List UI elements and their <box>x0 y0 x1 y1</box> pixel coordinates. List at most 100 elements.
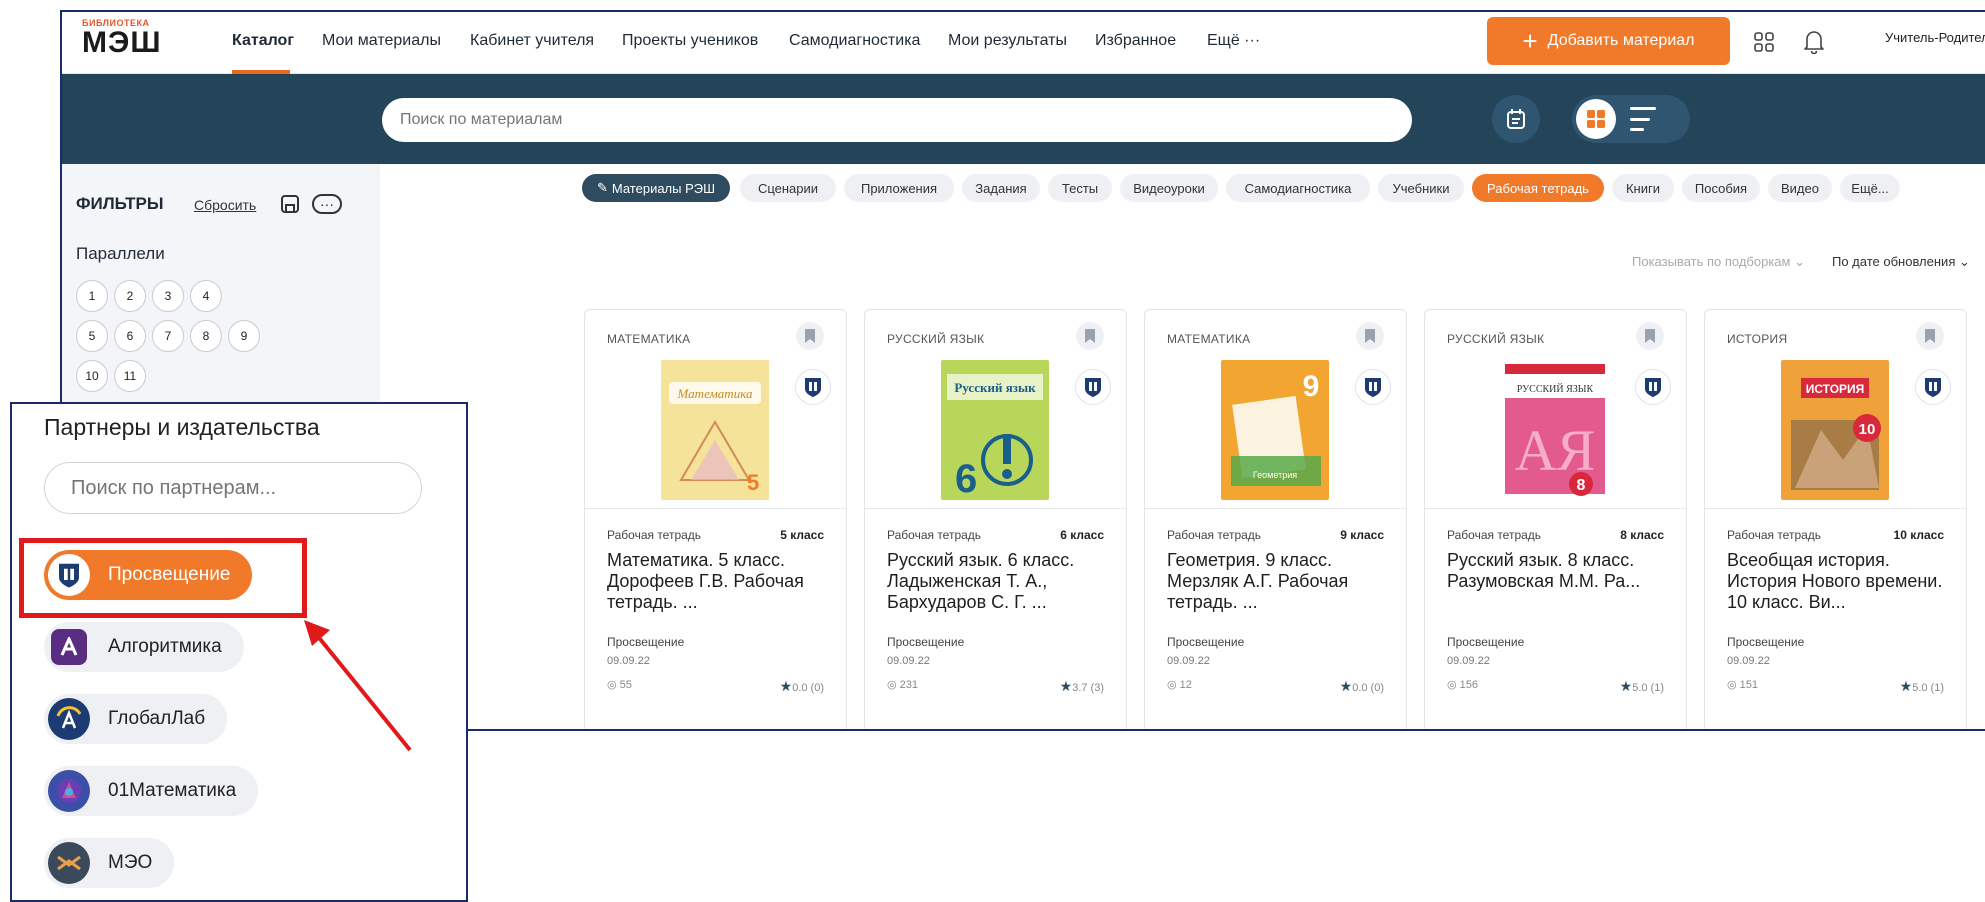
grade-chip[interactable]: 1 <box>76 280 108 312</box>
card-grade: 6 класс <box>1060 528 1104 542</box>
partner-01matematika[interactable]: 01Математика <box>44 766 259 816</box>
algoritmika-logo-icon <box>51 629 87 665</box>
material-card[interactable]: РУССКИЙ ЯЗЫК РУССКИЙ ЯЗЫК АЯ 8 Рабочая т… <box>1424 309 1687 729</box>
chip-video[interactable]: Видео <box>1768 174 1832 202</box>
card-views: ◎ 55 <box>607 679 632 691</box>
chip-books[interactable]: Книги <box>1612 174 1674 202</box>
card-title[interactable]: Математика. 5 класс. Дорофеев Г.В. Рабоч… <box>607 550 832 613</box>
grade-chip[interactable]: 3 <box>152 280 184 312</box>
cover-grade: 6 <box>955 457 977 500</box>
material-card[interactable]: МАТЕМАТИКА 9 Геометрия Рабочая тетрадь 9… <box>1144 309 1407 729</box>
more-options-icon[interactable]: ··· <box>312 194 342 214</box>
views-icon: ◎ <box>1447 679 1457 691</box>
card-title[interactable]: Русский язык. 6 класс. Ладыженская Т. А.… <box>887 550 1112 613</box>
nav-student-projects[interactable]: Проекты учеников <box>622 32 758 50</box>
chip-resh-materials[interactable]: ✎ Материалы РЭШ <box>582 174 730 202</box>
grade-chip[interactable]: 8 <box>190 320 222 352</box>
card-title[interactable]: Всеобщая история. История Нового времени… <box>1727 550 1952 613</box>
grade-chip[interactable]: 7 <box>152 320 184 352</box>
star-icon: ★ <box>1619 678 1633 694</box>
card-date: 09.09.22 <box>1447 655 1490 667</box>
chip-workbook[interactable]: Рабочая тетрадь <box>1472 174 1604 202</box>
card-subject: МАТЕМАТИКА <box>607 332 691 346</box>
nav-my-results[interactable]: Мои результаты <box>948 32 1067 50</box>
card-views: ◎ 156 <box>1447 679 1479 691</box>
card-publisher: Просвещение <box>1167 635 1245 649</box>
card-date: 09.09.22 <box>887 655 930 667</box>
bell-icon[interactable] <box>1802 28 1826 54</box>
book-cover: РУССКИЙ ЯЗЫК АЯ 8 <box>1501 360 1609 500</box>
mesh-logo[interactable]: БИБЛИОТЕКА МЭШ <box>82 18 192 66</box>
chip-apps[interactable]: Приложения <box>844 174 954 202</box>
01matematika-logo-icon <box>48 770 90 812</box>
book-cover: ИСТОРИЯ 10 <box>1781 360 1889 500</box>
chip-self-diagnostics[interactable]: Самодиагностика <box>1226 174 1370 202</box>
filters-title: ФИЛЬТРЫ <box>76 194 164 213</box>
calendar-button[interactable] <box>1492 95 1540 143</box>
chip-tests[interactable]: Тесты <box>1048 174 1112 202</box>
material-card[interactable]: РУССКИЙ ЯЗЫК Русский язык 6 Рабочая тетр… <box>864 309 1127 729</box>
nav-self-diagnostics[interactable]: Самодиагностика <box>789 32 920 50</box>
grade-chip[interactable]: 10 <box>76 360 108 392</box>
bookmark-icon[interactable] <box>796 322 824 350</box>
add-material-button[interactable]: + Добавить материал <box>1487 17 1730 65</box>
grid-view-button[interactable] <box>1576 99 1616 139</box>
card-title[interactable]: Геометрия. 9 класс. Мерзляк А.Г. Рабочая… <box>1167 550 1392 613</box>
bookmark-icon[interactable] <box>1916 322 1944 350</box>
card-title[interactable]: Русский язык. 8 класс. Разумовская М.М. … <box>1447 550 1672 592</box>
chip-videolessons[interactable]: Видеоуроки <box>1120 174 1218 202</box>
chip-more[interactable]: Ещё... <box>1840 174 1900 202</box>
grade-chip[interactable]: 5 <box>76 320 108 352</box>
user-name[interactable]: Учитель-Родител <box>1885 30 1985 45</box>
materials-search-input[interactable] <box>382 98 1412 142</box>
nav-favorites[interactable]: Избранное <box>1095 32 1176 50</box>
sort-by-date-selector[interactable]: По дате обновления ⌄ <box>1832 254 1970 270</box>
material-card[interactable]: МАТЕМАТИКА Математика 5 Рабочая тетрадь … <box>584 309 847 729</box>
apps-grid-icon[interactable] <box>1752 30 1776 54</box>
grade-chip[interactable]: 2 <box>114 280 146 312</box>
search-band <box>62 74 1985 164</box>
filters-reset-link[interactable]: Сбросить <box>194 197 256 213</box>
card-rating: ★5.0 (1) <box>1899 678 1944 694</box>
add-material-label: Добавить материал <box>1547 32 1695 49</box>
grade-chip[interactable]: 6 <box>114 320 146 352</box>
partner-globallab[interactable]: ГлобалЛаб <box>44 694 228 744</box>
partner-label: Алгоритмика <box>108 636 222 657</box>
partners-search-input[interactable] <box>44 462 422 514</box>
grade-chip[interactable]: 4 <box>190 280 222 312</box>
card-divider <box>1705 508 1966 509</box>
bookmark-icon[interactable] <box>1356 322 1384 350</box>
nav-my-materials[interactable]: Мои материалы <box>322 32 441 50</box>
material-card[interactable]: ИСТОРИЯ ИСТОРИЯ 10 Рабочая тетрадь 10 кл… <box>1704 309 1967 729</box>
card-subject: МАТЕМАТИКА <box>1167 332 1251 346</box>
calendar-icon <box>1507 109 1525 129</box>
partner-label: ГлобалЛаб <box>108 708 206 729</box>
chip-tasks[interactable]: Задания <box>962 174 1040 202</box>
chip-scenarios[interactable]: Сценарии <box>740 174 836 202</box>
card-views: ◎ 151 <box>1727 679 1759 691</box>
partner-meo[interactable]: МЭО <box>44 838 175 888</box>
grade-chip[interactable]: 9 <box>228 320 260 352</box>
cover-title: РУССКИЙ ЯЗЫК <box>1517 383 1594 395</box>
nav-teacher-office[interactable]: Кабинет учителя <box>470 32 594 50</box>
card-subject: РУССКИЙ ЯЗЫК <box>1447 332 1545 346</box>
grade-chip[interactable]: 11 <box>114 360 146 392</box>
chip-textbooks[interactable]: Учебники <box>1378 174 1464 202</box>
partner-algoritmika[interactable]: Алгоритмика <box>44 622 244 672</box>
card-date: 09.09.22 <box>607 655 650 667</box>
cover-grade: 9 <box>1303 370 1320 403</box>
save-filter-icon[interactable] <box>280 194 300 214</box>
chip-manuals[interactable]: Пособия <box>1682 174 1760 202</box>
book-cover: Математика 5 <box>661 360 769 500</box>
list-view-icon[interactable] <box>1630 107 1656 131</box>
bookmark-icon[interactable] <box>1076 322 1104 350</box>
group-by-selector[interactable]: Показывать по подборкам ⌄ <box>1632 254 1805 270</box>
card-type: Рабочая тетрадь <box>887 528 982 542</box>
card-divider <box>585 508 846 509</box>
nav-more[interactable]: Ещё ··· <box>1207 32 1260 50</box>
card-type: Рабочая тетрадь <box>607 528 702 542</box>
card-grade: 10 класс <box>1893 528 1944 542</box>
card-rating: ★3.7 (3) <box>1059 678 1104 694</box>
nav-catalog[interactable]: Каталог <box>232 32 294 50</box>
bookmark-icon[interactable] <box>1636 322 1664 350</box>
